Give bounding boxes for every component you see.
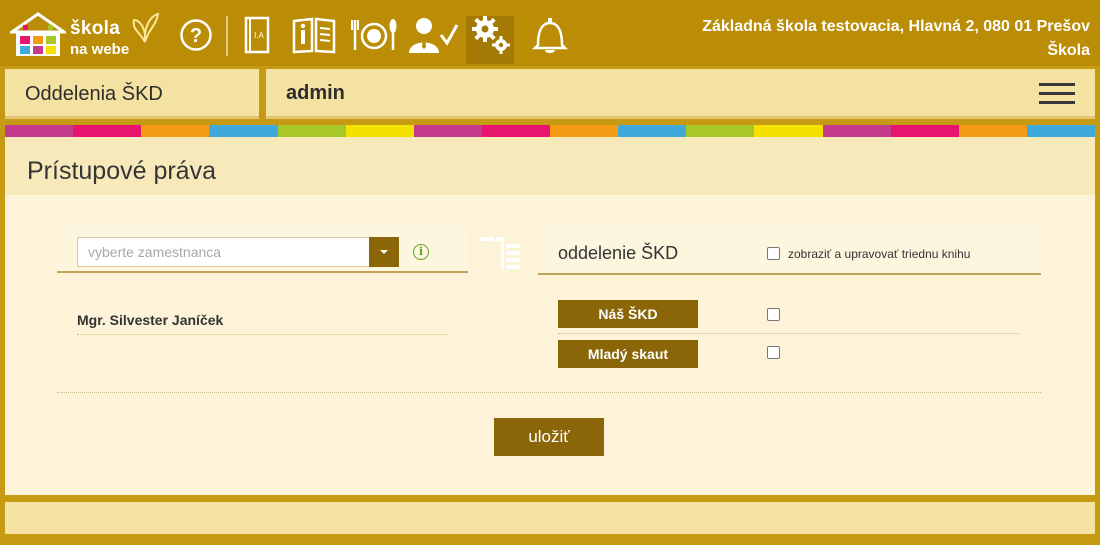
top-bar: škola na webe ? I.A Základná škola testo… xyxy=(0,0,1100,66)
svg-text:?: ? xyxy=(190,25,202,47)
department-button-nas-skd[interactable]: Náš ŠKD xyxy=(558,300,698,328)
tree-structure-icon xyxy=(480,237,520,269)
stripe-segment xyxy=(890,125,959,137)
user-bar: admin xyxy=(266,69,1095,119)
chevron-down-icon xyxy=(380,250,388,254)
stripe-segment xyxy=(550,125,619,137)
stripe-segment xyxy=(141,125,210,137)
employee-select[interactable]: vyberte zamestnanca xyxy=(77,237,399,267)
stripe-segment xyxy=(958,125,1027,137)
stripe-segment xyxy=(73,125,142,137)
main-panel: Prístupové práva vyberte zamestnanca i o… xyxy=(5,137,1095,495)
stripe-segment xyxy=(209,125,278,137)
stripe-segment xyxy=(822,125,891,137)
list-divider xyxy=(558,333,1020,334)
nav-divider xyxy=(226,16,228,56)
logo-subtitle: na webe xyxy=(70,41,130,58)
stripe-segment xyxy=(618,125,687,137)
notification-bell-icon[interactable] xyxy=(530,14,570,56)
employee-dropdown-button[interactable] xyxy=(369,237,399,267)
class-book-checkbox-label: zobraziť a upravovať triednu knihu xyxy=(788,247,971,261)
school-type: Škola xyxy=(1047,42,1090,59)
list-divider xyxy=(77,334,447,335)
page-header: Prístupové práva xyxy=(5,137,1095,195)
department-button-mlady-skaut[interactable]: Mladý skaut xyxy=(558,340,698,368)
stripe-segment xyxy=(277,125,346,137)
help-icon[interactable]: ? xyxy=(178,14,214,56)
info-icon[interactable]: i xyxy=(413,244,429,260)
department-label: oddelenie ŠKD xyxy=(558,243,679,263)
logo-title: škola xyxy=(70,18,121,39)
department-checkbox-mlady-skaut[interactable] xyxy=(767,346,780,359)
class-book-checkbox[interactable] xyxy=(767,247,780,260)
stripe-segment xyxy=(345,125,414,137)
department-checkbox-nas-skd[interactable] xyxy=(767,308,780,321)
svg-text:I.A: I.A xyxy=(254,31,264,40)
stripe-segment xyxy=(686,125,755,137)
stripe-segment xyxy=(1026,125,1095,137)
section-title: Oddelenia ŠKD xyxy=(25,83,163,105)
stripe-segment xyxy=(5,125,74,137)
settings-icon[interactable] xyxy=(470,14,512,56)
employee-list-item[interactable]: Mgr. Silvester Janíček xyxy=(77,312,223,328)
color-stripe xyxy=(5,125,1095,137)
stripe-segment xyxy=(413,125,482,137)
stripe-segment xyxy=(481,125,550,137)
employee-select-placeholder: vyberte zamestnanca xyxy=(88,244,222,260)
save-button[interactable]: uložiť xyxy=(494,418,604,456)
school-house-icon xyxy=(10,12,66,56)
footer-bar xyxy=(5,502,1095,534)
menu-hamburger-icon[interactable] xyxy=(1039,83,1075,105)
school-name: Základná škola testovacia, Hlavná 2, 080… xyxy=(702,18,1090,35)
class-book-icon[interactable]: I.A xyxy=(242,14,272,56)
employee-selector-panel: vyberte zamestnanca i xyxy=(57,225,468,273)
section-title-box: Oddelenia ŠKD xyxy=(5,69,259,119)
page-title: Prístupové práva xyxy=(27,157,216,185)
textbook-icon[interactable] xyxy=(290,14,338,56)
app-logo[interactable]: škola na webe xyxy=(10,12,160,60)
current-user: admin xyxy=(286,82,345,104)
stripe-segment xyxy=(754,125,823,137)
section-divider xyxy=(57,392,1041,393)
dining-icon[interactable] xyxy=(348,14,400,56)
butterfly-icon xyxy=(132,12,160,43)
attendance-icon[interactable] xyxy=(407,14,459,56)
department-panel: oddelenie ŠKD zobraziť a upravovať tried… xyxy=(538,225,1041,275)
